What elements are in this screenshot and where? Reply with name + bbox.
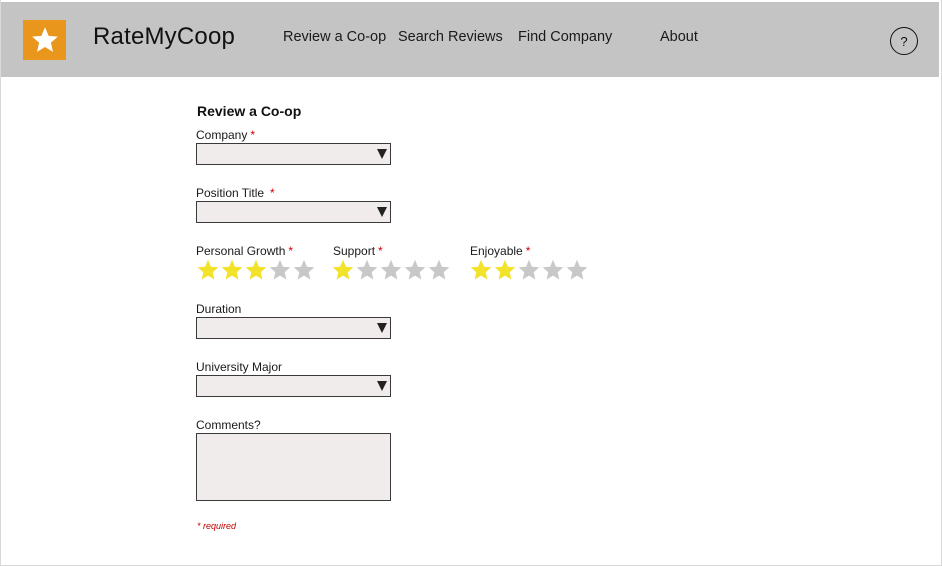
position-title-label-text: Position Title bbox=[196, 186, 265, 200]
star-empty-icon[interactable] bbox=[379, 258, 403, 282]
required-asterisk: * bbox=[525, 244, 531, 258]
form-title: Review a Co-op bbox=[197, 103, 302, 119]
nav-find-company[interactable]: Find Company bbox=[518, 29, 612, 45]
star-empty-icon[interactable] bbox=[517, 258, 541, 282]
required-note: * required bbox=[197, 521, 237, 531]
help-icon: ? bbox=[900, 33, 908, 49]
required-asterisk: * bbox=[288, 244, 294, 258]
star-filled-icon[interactable] bbox=[469, 258, 493, 282]
duration-select[interactable] bbox=[196, 317, 391, 339]
support-label: Support * bbox=[333, 244, 383, 258]
personal-growth-label-text: Personal Growth bbox=[196, 244, 286, 258]
star-empty-icon[interactable] bbox=[403, 258, 427, 282]
position-title-label: Position Title * bbox=[196, 186, 275, 200]
brand-name[interactable]: RateMyCoop bbox=[93, 23, 235, 51]
dropdown-arrow-icon bbox=[377, 207, 387, 217]
dropdown-arrow-icon bbox=[377, 323, 387, 333]
support-rating[interactable] bbox=[331, 258, 451, 282]
star-empty-icon[interactable] bbox=[355, 258, 379, 282]
star-empty-icon[interactable] bbox=[541, 258, 565, 282]
comments-label: Comments? bbox=[196, 418, 261, 432]
star-icon bbox=[31, 27, 58, 52]
company-label: Company * bbox=[196, 128, 255, 142]
personal-growth-label: Personal Growth * bbox=[196, 244, 293, 258]
company-label-text: Company bbox=[196, 128, 248, 142]
star-empty-icon[interactable] bbox=[565, 258, 589, 282]
star-filled-icon[interactable] bbox=[493, 258, 517, 282]
university-major-label: University Major bbox=[196, 360, 283, 374]
required-asterisk: * bbox=[270, 186, 275, 200]
star-filled-icon[interactable] bbox=[220, 258, 244, 282]
top-header: RateMyCoop Review a Co-op Search Reviews… bbox=[1, 2, 939, 77]
dropdown-arrow-icon bbox=[377, 149, 387, 159]
personal-growth-rating[interactable] bbox=[196, 258, 316, 282]
star-empty-icon[interactable] bbox=[427, 258, 451, 282]
required-asterisk: * bbox=[378, 244, 383, 258]
page-frame bbox=[0, 0, 942, 566]
university-major-select[interactable] bbox=[196, 375, 391, 397]
support-label-text: Support bbox=[333, 244, 376, 258]
nav-about[interactable]: About bbox=[660, 29, 698, 45]
position-title-select[interactable] bbox=[196, 201, 391, 223]
star-filled-icon[interactable] bbox=[331, 258, 355, 282]
star-filled-icon[interactable] bbox=[244, 258, 268, 282]
star-empty-icon[interactable] bbox=[268, 258, 292, 282]
nav-review-coop[interactable]: Review a Co-op bbox=[283, 29, 386, 45]
enjoyable-rating[interactable] bbox=[469, 258, 589, 282]
enjoyable-label: Enjoyable * bbox=[470, 244, 530, 258]
logo[interactable] bbox=[23, 20, 66, 60]
required-asterisk: * bbox=[250, 128, 256, 142]
duration-label: Duration bbox=[196, 302, 242, 316]
company-select[interactable] bbox=[196, 143, 391, 165]
dropdown-arrow-icon bbox=[377, 381, 387, 391]
star-filled-icon[interactable] bbox=[196, 258, 220, 282]
help-button[interactable]: ? bbox=[890, 27, 918, 55]
enjoyable-label-text: Enjoyable bbox=[470, 244, 523, 258]
star-empty-icon[interactable] bbox=[292, 258, 316, 282]
nav-search-reviews[interactable]: Search Reviews bbox=[398, 29, 503, 45]
comments-textarea[interactable] bbox=[196, 433, 391, 501]
